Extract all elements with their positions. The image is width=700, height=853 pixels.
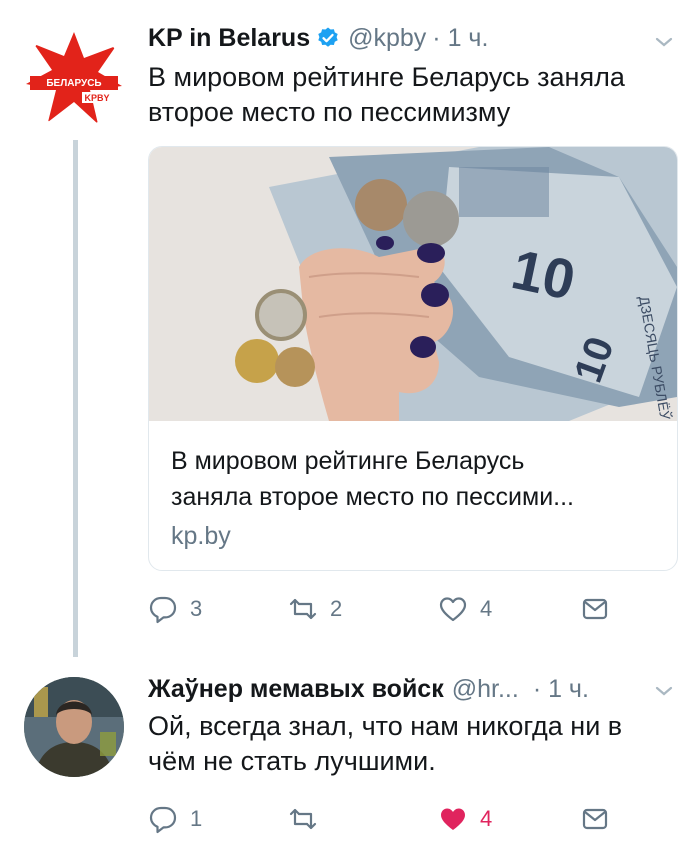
retweet-count: 2	[330, 596, 343, 621]
retweet-button[interactable]	[288, 799, 330, 839]
link-card[interactable]: 10 10 ДЗЕСЯЦЬ РУБЛЁЎ В мировом рейтинге …	[148, 146, 678, 571]
tweet-reply[interactable]: Жаўнер мемавых войск @hr... · 1 ч. Ой, в…	[0, 655, 700, 853]
chevron-down-icon[interactable]	[652, 679, 676, 703]
reply-count: 3	[190, 596, 203, 621]
card-title-line: В мировом рейтинге Беларусь	[171, 447, 525, 475]
direct-message-button[interactable]	[580, 799, 622, 839]
user-avatar-image	[24, 677, 124, 777]
tweet-text: В мировом рейтинге Беларусь заняла второ…	[148, 60, 625, 130]
avatar[interactable]: БЕЛАРУСЬ KPBY	[24, 28, 124, 128]
like-count: 4	[480, 806, 493, 831]
retweet-icon	[289, 598, 317, 620]
tweet-kpby[interactable]: БЕЛАРУСЬ KPBY KP in Belarus @kpby · 1 ч.…	[0, 0, 700, 650]
tweet-text-line: второе место по пессимизму	[148, 97, 511, 127]
reply-button[interactable]: 3	[148, 589, 202, 629]
author-name[interactable]: KP in Belarus	[148, 24, 310, 53]
like-icon	[439, 597, 467, 622]
author-handle[interactable]: @kpby	[348, 24, 426, 53]
card-domain[interactable]: kp.by	[171, 522, 231, 551]
tweet-actions: 1 4	[148, 799, 668, 839]
dm-icon	[582, 808, 608, 830]
direct-message-button[interactable]	[580, 589, 622, 629]
reply-icon	[149, 596, 177, 624]
tweet-time[interactable]: · 1 ч.	[432, 24, 488, 53]
author-name[interactable]: Жаўнер мемавых войск	[148, 675, 444, 704]
tweet-actions: 3 2 4	[148, 589, 668, 629]
tweet-text-line: Ой, всегда знал, что нам никогда ни в	[148, 711, 623, 741]
svg-text:БЕЛАРУСЬ: БЕЛАРУСЬ	[46, 78, 101, 89]
like-button[interactable]: 4	[438, 799, 492, 839]
tweet-header: KP in Belarus @kpby · 1 ч.	[148, 20, 488, 56]
card-title-line: заняла второе место по пессими...	[171, 483, 575, 511]
tweet-text-line: В мировом рейтинге Беларусь заняла	[148, 62, 625, 92]
author-handle[interactable]: @hr...	[452, 675, 519, 704]
reply-icon	[149, 806, 177, 834]
tweet-text-line: чём не стать лучшими.	[148, 746, 436, 776]
svg-text:10: 10	[507, 237, 581, 312]
avatar[interactable]	[24, 677, 124, 777]
retweet-button[interactable]: 2	[288, 589, 342, 629]
tweet-header: Жаўнер мемавых войск @hr... · 1 ч.	[148, 671, 589, 707]
dm-icon	[582, 598, 608, 620]
reply-button[interactable]: 1	[148, 799, 202, 839]
retweet-icon	[289, 808, 317, 830]
reply-count: 1	[190, 806, 203, 831]
svg-text:KPBY: KPBY	[84, 93, 109, 103]
verified-badge-icon	[318, 27, 338, 47]
tweet-text: Ой, всегда знал, что нам никогда ни в чё…	[148, 709, 622, 779]
kpby-logo-icon: БЕЛАРУСЬ KPBY	[26, 32, 122, 124]
like-button[interactable]: 4	[438, 589, 492, 629]
like-count: 4	[480, 596, 493, 621]
chevron-down-icon[interactable]	[652, 30, 676, 54]
card-image-money-hand: 10 10 ДЗЕСЯЦЬ РУБЛЁЎ	[149, 147, 677, 421]
like-icon	[441, 808, 465, 830]
tweet-time[interactable]: · 1 ч.	[533, 675, 589, 704]
card-title[interactable]: В мировом рейтинге Беларусь заняла второ…	[171, 443, 661, 515]
